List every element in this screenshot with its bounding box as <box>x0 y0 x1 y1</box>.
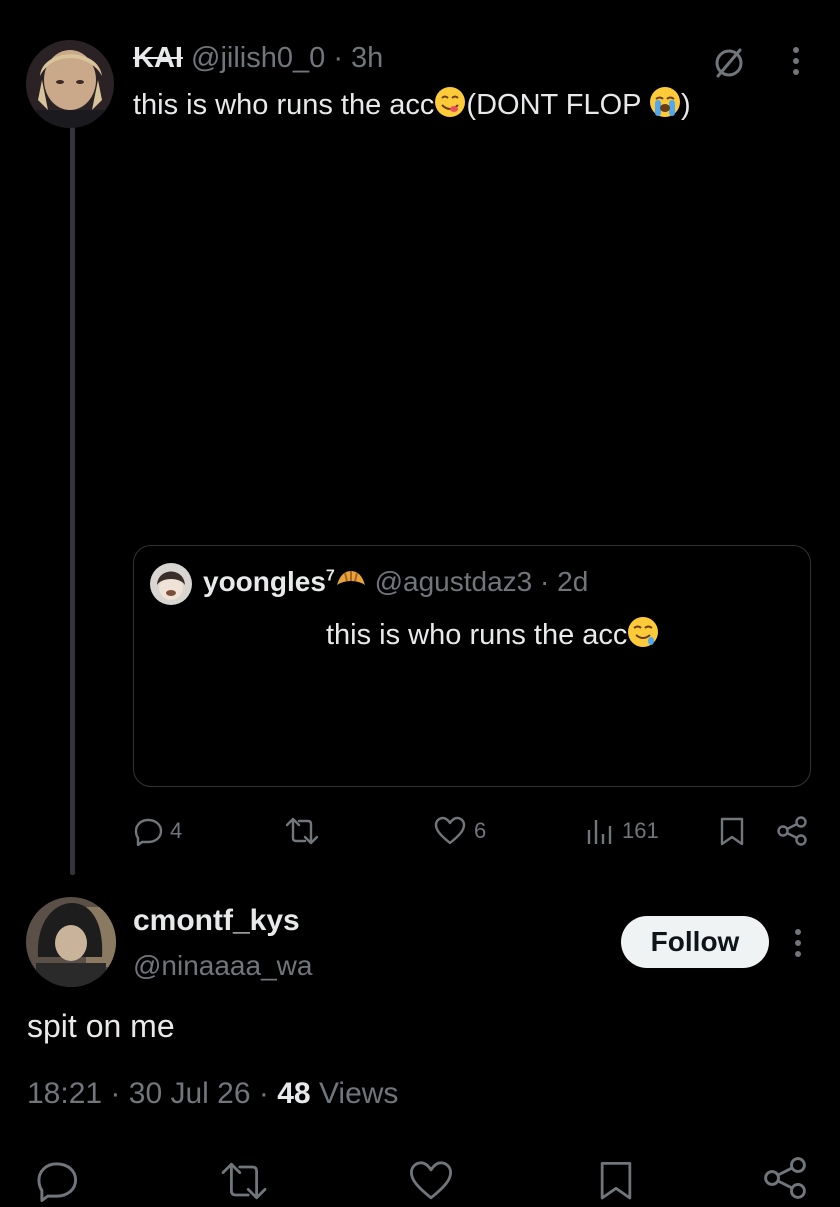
views-count: 161 <box>622 818 659 843</box>
reply-handle[interactable]: @ninaaaa_wa <box>133 950 312 982</box>
tweet-text-part: this is who runs the acc <box>133 89 435 121</box>
quoted-timestamp: 2d <box>557 566 589 597</box>
like-count: 6 <box>474 818 487 843</box>
quoted-header: yoongles7 @agustdaz3 · 2d <box>203 566 588 602</box>
timestamp[interactable]: 3h <box>351 42 383 74</box>
reply-views-count: 48 <box>277 1077 311 1110</box>
reply-time[interactable]: 18:21 <box>27 1077 102 1110</box>
reply-display-name[interactable]: cmontf_kys <box>133 904 300 938</box>
quoted-text-body: this is who runs the acc <box>326 619 628 651</box>
follow-button[interactable]: Follow <box>621 916 769 968</box>
heart-icon <box>434 816 466 846</box>
quoted-avatar <box>150 563 192 605</box>
slashed-circle-icon[interactable] <box>712 46 746 85</box>
tweet-text: this is who runs the acc (DONT FLOP ) <box>133 86 691 126</box>
tweet-text-part: ) <box>681 89 691 121</box>
yum-emoji-icon <box>434 86 466 126</box>
reply-date[interactable]: 30 Jul 26 <box>129 1077 251 1110</box>
more-vertical-icon[interactable] <box>788 44 804 83</box>
separator: · <box>333 42 343 74</box>
croissant-emoji-icon <box>335 567 367 602</box>
quoted-superscript: 7 <box>325 567 335 585</box>
drooling-emoji-icon <box>627 616 659 656</box>
reply-views-label: Views <box>318 1077 399 1110</box>
reply-avatar[interactable] <box>26 897 116 987</box>
thread-line <box>70 125 75 875</box>
crying-emoji-icon <box>649 86 681 126</box>
share-icon[interactable] <box>762 1155 808 1206</box>
quoted-handle: @agustdaz3 <box>374 566 533 597</box>
quoted-display-name: yoongles <box>203 566 326 597</box>
separator: · <box>110 1077 121 1110</box>
reply-action[interactable]: 4 <box>134 816 182 846</box>
bookmark-icon[interactable] <box>719 816 745 851</box>
retweet-action[interactable] <box>284 816 320 846</box>
retweet-icon <box>284 816 320 846</box>
reply-meta: 18:21 · 30 Jul 26 · 48 Views <box>27 1077 398 1111</box>
analytics-icon <box>586 816 614 846</box>
separator: · <box>540 566 550 597</box>
reply-icon <box>134 816 164 846</box>
handle[interactable]: @jilish0_0 <box>191 42 325 74</box>
display-name[interactable]: KAI <box>133 42 183 74</box>
share-icon[interactable] <box>776 815 808 852</box>
quoted-text: this is who runs the acc <box>326 616 659 656</box>
reply-count: 4 <box>170 818 183 843</box>
reply-text: spit on me <box>27 1008 175 1044</box>
tweet-text-part: (DONT FLOP <box>466 89 650 121</box>
tweet-header: KAI @jilish0_0 · 3h <box>133 42 383 75</box>
analytics-action[interactable]: 161 <box>586 816 659 846</box>
like-action[interactable]: 6 <box>434 816 486 846</box>
separator: · <box>258 1077 269 1110</box>
avatar[interactable] <box>26 40 114 128</box>
more-vertical-icon[interactable] <box>790 926 806 965</box>
